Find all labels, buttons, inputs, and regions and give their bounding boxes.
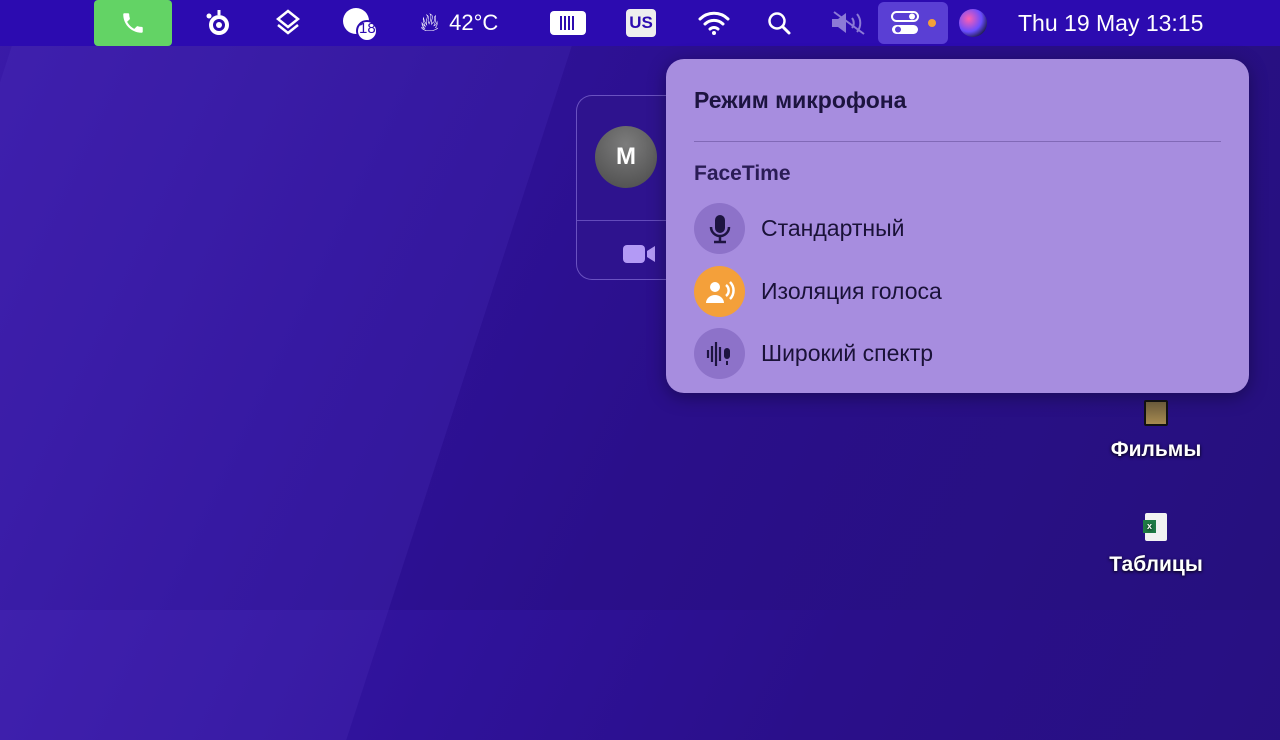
microphone-mode-popup: Режим микрофона FaceTime Стандартный Изо… [666, 59, 1249, 393]
excel-file-icon: x [1143, 513, 1167, 541]
temperature-widget[interactable]: 🔥︎ 42°C [420, 0, 520, 46]
layers-icon[interactable] [268, 0, 308, 46]
desktop-item-spreadsheets[interactable]: x Таблицы [1081, 513, 1231, 577]
mute-icon[interactable] [826, 0, 870, 46]
wallpaper-shape [0, 40, 574, 740]
voice-isolation-icon [694, 266, 745, 317]
option-standard[interactable]: Стандартный [694, 203, 905, 254]
toggles-icon [891, 11, 919, 34]
menu-bar: 18 🔥︎ 42°C US Thu 19 May 13:15 [0, 0, 1280, 46]
popup-title: Режим микрофона [694, 87, 907, 113]
temperature-value: 42°C [449, 10, 499, 35]
mic-in-use-dot [928, 19, 936, 27]
updates-badge: 18 [359, 20, 376, 37]
search-icon[interactable] [762, 0, 796, 46]
desktop-item-films[interactable]: Фильмы [1081, 400, 1231, 462]
avatar: M [595, 126, 657, 188]
facetime-call-status[interactable] [94, 0, 172, 46]
memory-icon[interactable] [548, 0, 588, 46]
divider [694, 141, 1221, 142]
clock[interactable]: Thu 19 May 13:15 [1018, 0, 1203, 46]
option-wide-spectrum[interactable]: Широкий спектр [694, 328, 933, 379]
flame-icon: 🔥︎ [420, 7, 440, 37]
wifi-icon[interactable] [694, 0, 734, 46]
microphone-icon [694, 203, 745, 254]
updates-icon[interactable]: 18 [338, 0, 384, 46]
phone-icon [123, 13, 143, 33]
movie-file-icon [1144, 400, 1168, 426]
option-voice-isolation[interactable]: Изоляция голоса [694, 266, 942, 317]
section-header: FaceTime [694, 162, 791, 185]
wide-spectrum-icon [694, 328, 745, 379]
video-camera-icon [623, 245, 655, 263]
video-camera-button[interactable] [623, 243, 657, 270]
siri-icon[interactable] [956, 0, 990, 46]
keyboard-layout[interactable]: US [624, 0, 658, 46]
steelseries-icon[interactable] [198, 0, 238, 46]
control-center-button[interactable] [878, 2, 948, 44]
